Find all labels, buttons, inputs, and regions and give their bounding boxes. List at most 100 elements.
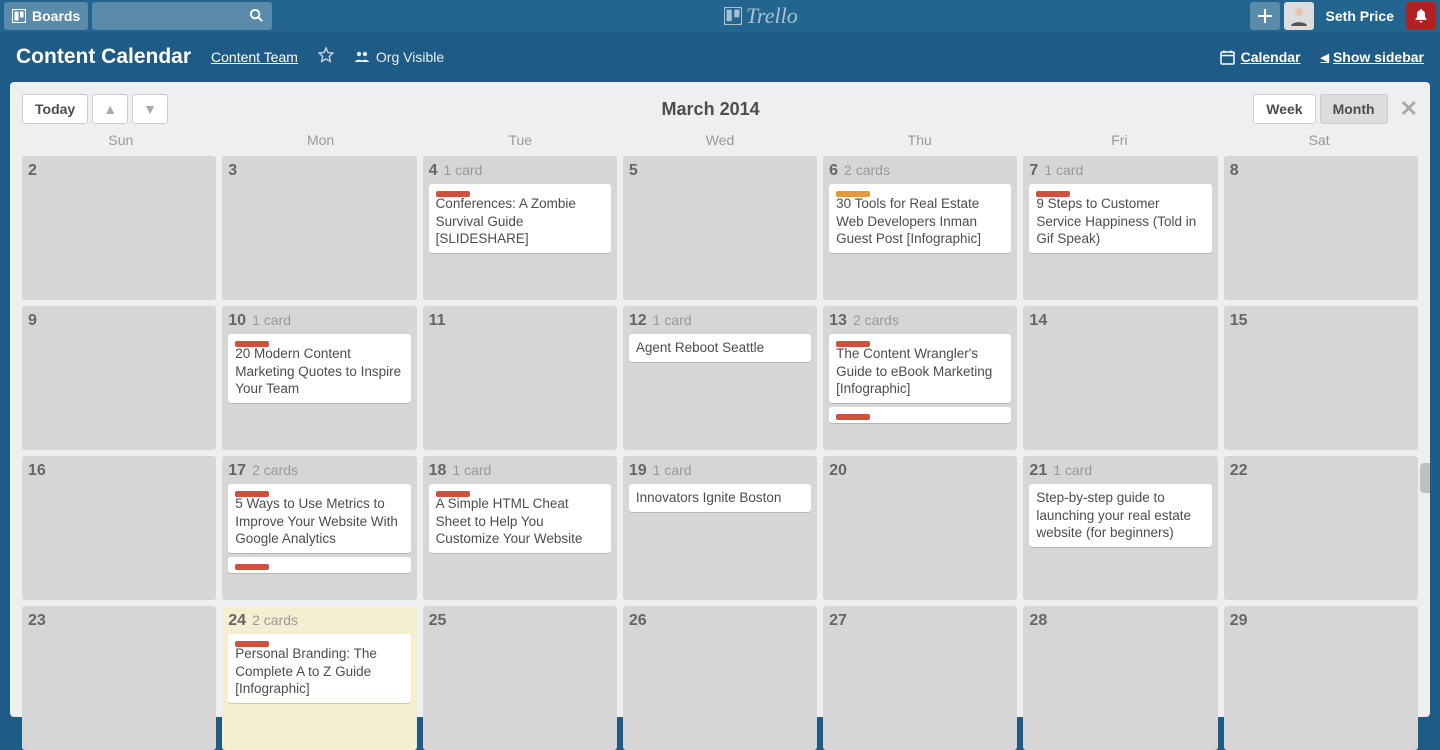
search-input[interactable] — [92, 2, 272, 30]
calendar-card[interactable]: 9 Steps to Customer Service Happiness (T… — [1029, 184, 1211, 253]
app-logo[interactable]: Trello — [724, 3, 798, 29]
calendar-cell[interactable]: 27 — [823, 606, 1017, 750]
day-header: Wed — [623, 132, 817, 148]
cell-header: 27 — [829, 612, 1011, 630]
calendar-cell[interactable]: 71 card 9 Steps to Customer Service Happi… — [1023, 156, 1217, 300]
card-labels — [829, 407, 1011, 413]
username[interactable]: Seth Price — [1318, 8, 1402, 24]
star-icon — [318, 47, 334, 63]
boards-button[interactable]: Boards — [4, 2, 88, 30]
calendar-view-link[interactable]: Calendar — [1220, 49, 1301, 65]
cell-header: 191 card — [629, 462, 811, 480]
calendar-card[interactable] — [228, 557, 410, 573]
calendar-cell[interactable]: 5 — [623, 156, 817, 300]
cell-header: 172 cards — [228, 462, 410, 480]
card-label — [235, 564, 269, 570]
org-icon — [354, 50, 370, 64]
cell-count: 1 card — [452, 462, 491, 478]
avatar[interactable] — [1284, 2, 1314, 30]
close-calendar-button[interactable]: ✕ — [1400, 96, 1418, 122]
card-text: The Content Wrangler's Guide to eBook Ma… — [829, 344, 1011, 403]
cell-header: 132 cards — [829, 312, 1011, 330]
calendar-card[interactable]: 20 Modern Content Marketing Quotes to In… — [228, 334, 410, 403]
calendar-cell[interactable]: 25 — [423, 606, 617, 750]
calendar-card[interactable] — [829, 407, 1011, 423]
calendar-cell[interactable]: 172 cards 5 Ways to Use Metrics to Improv… — [222, 456, 416, 600]
cell-date: 23 — [28, 612, 46, 630]
cell-date: 13 — [829, 312, 847, 330]
calendar-cell[interactable]: 211 cardStep-by-step guide to launching … — [1023, 456, 1217, 600]
calendar-card[interactable]: 30 Tools for Real Estate Web Developers … — [829, 184, 1011, 253]
calendar-cell[interactable]: 9 — [22, 306, 216, 450]
cell-header: 181 card — [429, 462, 611, 480]
calendar-cell[interactable]: 101 card20 Modern Content Marketing Quot… — [222, 306, 416, 450]
day-headers: SunMonTueWedThuFriSat — [22, 132, 1418, 148]
card-labels — [228, 557, 410, 563]
visibility[interactable]: Org Visible — [354, 49, 444, 65]
cell-header: 22 — [1230, 462, 1412, 480]
cell-header: 25 — [429, 612, 611, 630]
calendar-card[interactable]: Step-by-step guide to launching your rea… — [1029, 484, 1211, 547]
cell-date: 17 — [228, 462, 246, 480]
calendar-cell[interactable]: 22 — [1224, 456, 1418, 600]
card-text: Personal Branding: The Complete A to Z G… — [228, 644, 410, 703]
calendar-cell[interactable]: 242 cardsPersonal Branding: The Complete… — [222, 606, 416, 750]
cell-date: 20 — [829, 462, 847, 480]
calendar-cell[interactable]: 191 card Innovators Ignite Boston — [623, 456, 817, 600]
calendar-cell[interactable]: 15 — [1224, 306, 1418, 450]
notifications-button[interactable] — [1406, 2, 1436, 30]
calendar-cell[interactable]: 3 — [222, 156, 416, 300]
calendar-title: March 2014 — [168, 99, 1253, 120]
calendar-cell[interactable]: 181 card A Simple HTML Cheat Sheet to Hel… — [423, 456, 617, 600]
calendar-cell[interactable]: 2 — [22, 156, 216, 300]
scrollbar[interactable] — [1420, 463, 1430, 493]
prev-button[interactable]: ▲ — [92, 94, 128, 124]
calendar-cell[interactable]: 8 — [1224, 156, 1418, 300]
calendar-cell[interactable]: 14 — [1023, 306, 1217, 450]
cell-date: 5 — [629, 162, 638, 180]
calendar-cell[interactable]: 28 — [1023, 606, 1217, 750]
calendar-card[interactable]: The Content Wrangler's Guide to eBook Ma… — [829, 334, 1011, 403]
calendar-card[interactable]: A Simple HTML Cheat Sheet to Help You Cu… — [429, 484, 611, 553]
calendar-cell[interactable]: 132 cards The Content Wrangler's Guide to… — [823, 306, 1017, 450]
calendar-cell[interactable]: 62 cards30 Tools for Real Estate Web Dev… — [823, 156, 1017, 300]
chevron-down-icon: ▼ — [143, 101, 157, 117]
cell-header: 20 — [829, 462, 1011, 480]
calendar-card[interactable]: Agent Reboot Seattle — [629, 334, 811, 362]
cell-header: 11 — [429, 312, 611, 330]
calendar-cell[interactable]: 29 — [1224, 606, 1418, 750]
next-button[interactable]: ▼ — [132, 94, 168, 124]
cell-date: 7 — [1029, 162, 1038, 180]
cell-header: 28 — [1029, 612, 1211, 630]
cell-header: 8 — [1230, 162, 1412, 180]
avatar-icon — [1287, 4, 1311, 28]
cell-count: 1 card — [653, 312, 692, 328]
today-button[interactable]: Today — [22, 94, 88, 124]
card-labels — [228, 634, 410, 640]
calendar-cell[interactable]: 11 — [423, 306, 617, 450]
show-sidebar-button[interactable]: ◀ Show sidebar — [1321, 49, 1425, 65]
star-button[interactable] — [318, 47, 334, 68]
logo-text: Trello — [746, 3, 798, 29]
calendar-cell[interactable]: 20 — [823, 456, 1017, 600]
calendar-cell[interactable]: 121 cardAgent Reboot Seattle — [623, 306, 817, 450]
week-view-button[interactable]: Week — [1253, 94, 1315, 124]
calendar-cell[interactable]: 41 cardConferences: A Zombie Survival Gu… — [423, 156, 617, 300]
card-labels — [228, 484, 410, 490]
chevron-up-icon: ▲ — [103, 101, 117, 117]
cell-header: 71 card — [1029, 162, 1211, 180]
calendar-cell[interactable]: 23 — [22, 606, 216, 750]
month-view-button[interactable]: Month — [1320, 94, 1388, 124]
calendar-card[interactable]: Personal Branding: The Complete A to Z G… — [228, 634, 410, 703]
cell-date: 26 — [629, 612, 647, 630]
add-button[interactable] — [1250, 2, 1280, 30]
bell-icon — [1413, 8, 1429, 24]
calendar-cell[interactable]: 16 — [22, 456, 216, 600]
calendar-card[interactable]: 5 Ways to Use Metrics to Improve Your We… — [228, 484, 410, 553]
boards-label: Boards — [32, 8, 80, 24]
calendar-card[interactable]: Innovators Ignite Boston — [629, 484, 811, 512]
board-team[interactable]: Content Team — [211, 49, 298, 65]
calendar-card[interactable]: Conferences: A Zombie Survival Guide [SL… — [429, 184, 611, 253]
card-label — [836, 414, 870, 420]
calendar-cell[interactable]: 26 — [623, 606, 817, 750]
